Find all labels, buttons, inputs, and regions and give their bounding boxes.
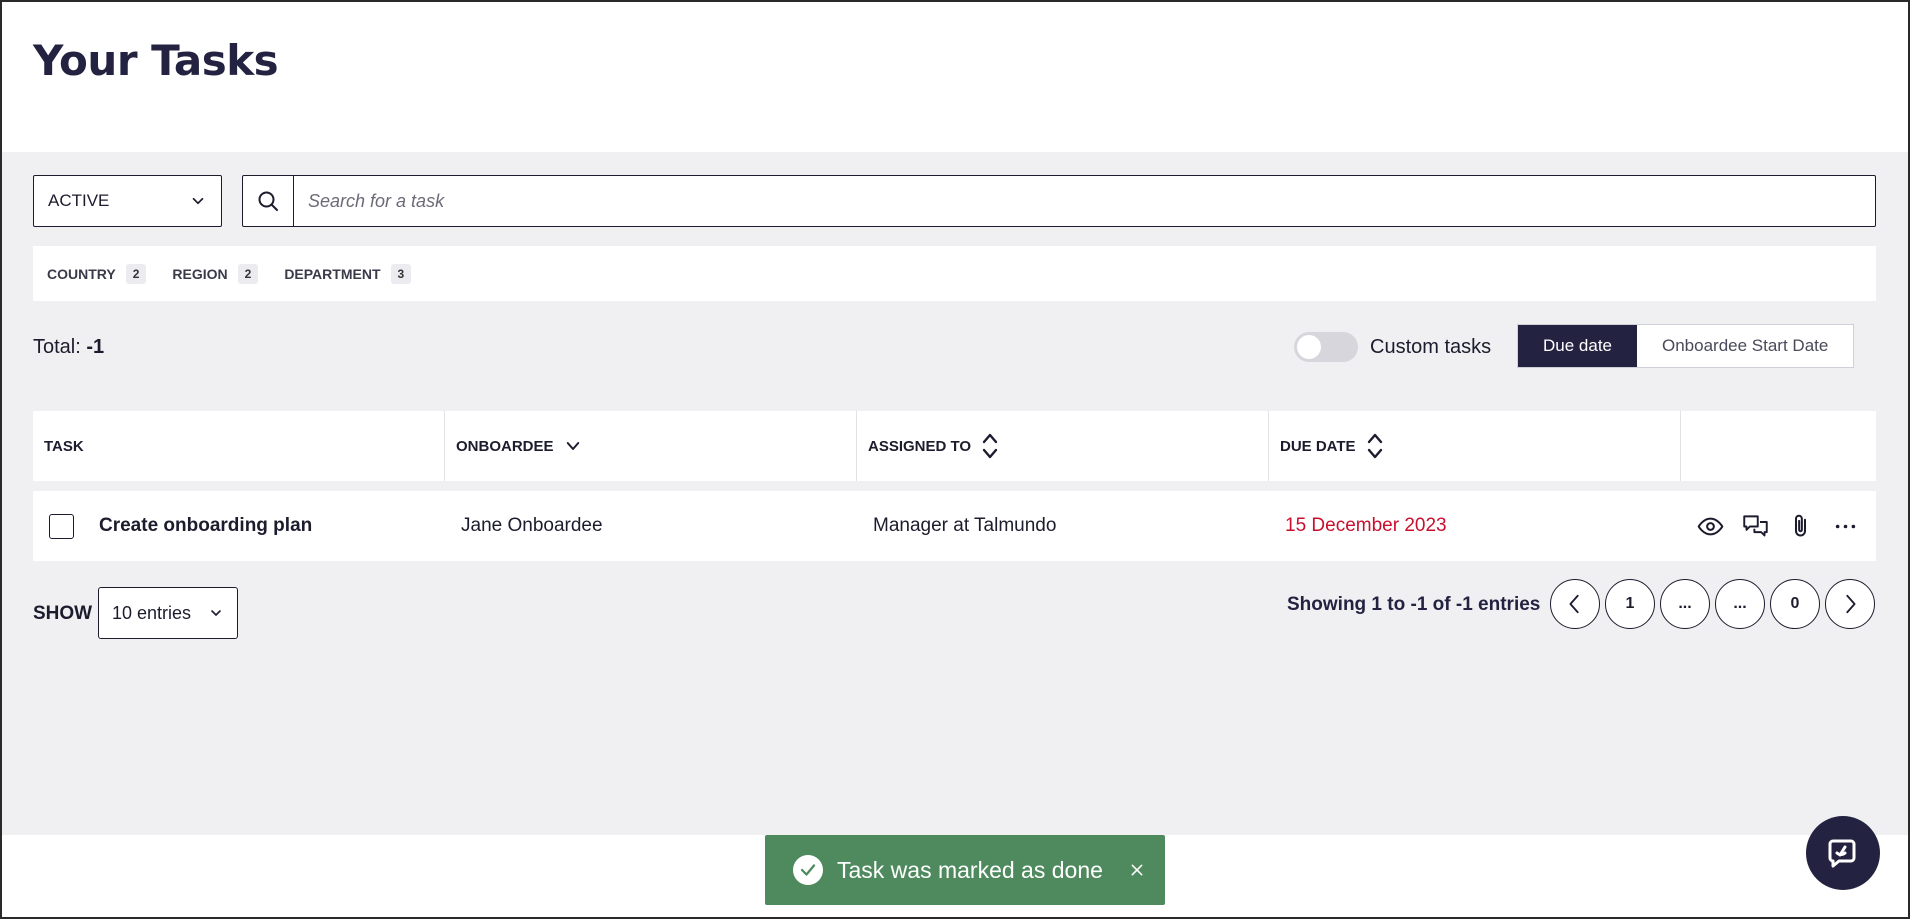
success-toast: Task was marked as done [765,835,1165,905]
sort-toggle-group: Due date Onboardee Start Date [1517,324,1855,368]
help-chat-button[interactable] [1806,816,1880,890]
total-value: -1 [86,336,105,358]
comments-button[interactable] [1742,513,1769,540]
filter-chip-department[interactable]: DEPARTMENT 3 [284,263,412,284]
status-filter-value: ACTIVE [48,191,110,210]
chat-support-icon [1828,839,1856,868]
filter-chip-label: DEPARTMENT [284,265,381,282]
main-content: ACTIVE COUNTRY 2 REGION 2 DEPARTMENT 3 [2,152,1908,835]
filter-chip-country[interactable]: COUNTRY 2 [47,263,147,284]
total-count: Total: -1 [33,336,104,359]
prev-page-button[interactable] [1550,579,1600,629]
eye-icon [1697,517,1724,535]
page-button[interactable]: 1 [1605,579,1655,629]
next-page-button[interactable] [1825,579,1875,629]
filter-chip-count: 3 [390,263,412,284]
filter-chip-label: REGION [172,265,228,282]
search-icon [258,191,278,211]
column-label: TASK [44,437,84,455]
check-circle-icon [793,855,823,885]
attachments-button[interactable] [1787,513,1814,540]
table-row[interactable]: Create onboarding plan Jane Onboardee Ma… [33,491,1876,561]
column-header-actions [1681,411,1876,481]
chevron-right-icon [1846,594,1856,614]
column-label: DUE DATE [1280,437,1356,455]
entries-value: 10 entries [112,602,192,623]
sort-start-date-button[interactable]: Onboardee Start Date [1637,325,1853,367]
check-icon [800,864,816,876]
toast-close-button[interactable] [1129,862,1145,878]
filter-chip-region[interactable]: REGION 2 [172,263,259,284]
search-button[interactable] [243,176,294,226]
task-name: Create onboarding plan [99,515,313,536]
column-label: ASSIGNED TO [868,437,972,455]
toggle-knob [1297,335,1321,359]
column-label: ONBOARDEE [456,437,554,455]
show-label: SHOW [33,603,93,624]
onboardee-name: Jane Onboardee [461,515,603,536]
column-header-onboardee[interactable]: ONBOARDEE [445,411,857,481]
page-button[interactable]: ... [1660,579,1710,629]
page-header: Your Tasks [2,2,1908,152]
search-input[interactable] [294,176,1875,226]
more-options-button[interactable] [1832,513,1859,540]
chevron-left-icon [1569,594,1579,614]
sort-due-date-button[interactable]: Due date [1518,325,1637,367]
cell-onboardee: Jane Onboardee [445,491,857,561]
pagination: 1 ... ... 0 [1550,579,1875,629]
filter-chip-count: 2 [125,263,147,284]
more-icon [1835,524,1856,528]
sort-icon [982,433,998,459]
custom-tasks-toggle[interactable]: Custom tasks [1294,332,1491,362]
filter-chip-count: 2 [237,263,259,284]
page-title: Your Tasks [33,36,279,85]
chevron-down-icon [192,197,204,205]
paperclip-icon [1794,514,1807,536]
search-bar [242,175,1876,227]
chevron-down-icon [566,442,579,450]
comments-icon [1743,514,1768,536]
chevron-down-icon [211,610,221,616]
toast-message: Task was marked as done [837,856,1103,883]
entries-per-page-select[interactable]: 10 entries [98,587,238,639]
column-header-task: TASK [33,411,445,481]
column-header-due-date[interactable]: DUE DATE [1269,411,1681,481]
close-icon [1131,864,1143,876]
due-date: 15 December 2023 [1285,515,1447,536]
filter-bar: COUNTRY 2 REGION 2 DEPARTMENT 3 [33,246,1876,301]
cell-assigned-to: Manager at Talmundo [857,491,1269,561]
filter-chip-label: COUNTRY [47,265,116,282]
custom-tasks-label: Custom tasks [1370,335,1492,358]
page-button[interactable]: ... [1715,579,1765,629]
total-label: Total: [33,336,81,358]
sort-icon [1367,433,1382,459]
column-header-assigned-to[interactable]: ASSIGNED TO [857,411,1269,481]
row-actions [1681,491,1876,561]
page-button[interactable]: 0 [1770,579,1820,629]
app-window: Your Tasks ACTIVE COUNTRY 2 REGION 2 DEP… [0,0,1910,919]
cell-task: Create onboarding plan [33,491,445,561]
toggle-switch[interactable] [1294,332,1358,362]
table-header: TASK ONBOARDEE ASSIGNED TO DUE DATE [33,411,1876,481]
assignee-name: Manager at Talmundo [873,515,1057,536]
showing-entries-text: Showing 1 to -1 of -1 entries [1287,594,1541,615]
task-done-checkbox[interactable] [49,513,74,539]
view-task-button[interactable] [1697,513,1724,540]
status-filter-select[interactable]: ACTIVE [33,175,222,227]
cell-due-date: 15 December 2023 [1269,491,1681,561]
